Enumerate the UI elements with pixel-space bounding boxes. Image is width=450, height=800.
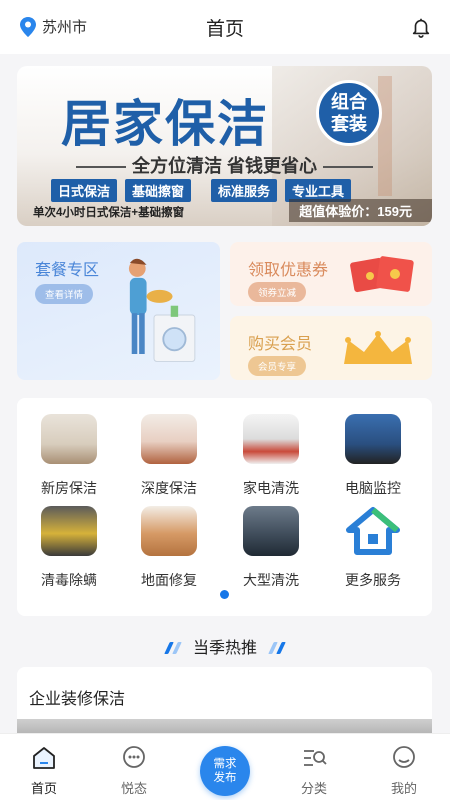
coupon-card[interactable]: 领取优惠券 领券立减 xyxy=(230,242,432,306)
membership-button[interactable]: 会员专享 xyxy=(248,356,307,376)
banner-line-right xyxy=(323,166,373,169)
tab-label: 我的 xyxy=(390,781,417,796)
coupon-title: 领取优惠券 xyxy=(248,262,329,279)
disinfect-icon xyxy=(41,506,97,556)
service-item[interactable]: 家电清洗 xyxy=(221,414,321,498)
service-label: 大型清洗 xyxy=(243,572,299,588)
more-services-icon xyxy=(345,506,401,556)
tab-label: 悦态 xyxy=(120,781,147,796)
service-label: 清毒除螨 xyxy=(41,572,97,588)
red-envelope-icon xyxy=(350,256,414,293)
banner-price: 超值体验价：159元 xyxy=(289,199,432,222)
package-card[interactable]: 套餐专区 查看详情 xyxy=(17,242,220,380)
tab-label: 分类 xyxy=(300,781,327,796)
house-logo-icon xyxy=(346,507,400,555)
tab-moments[interactable]: 悦态 xyxy=(104,744,164,797)
featured-title: 企业装修保洁 xyxy=(29,691,126,708)
appliance-icon xyxy=(243,414,299,464)
package-title: 套餐专区 xyxy=(35,262,100,279)
service-label: 地面修复 xyxy=(141,572,197,588)
category-search-icon xyxy=(304,750,327,766)
banner-tag: 基础擦窗 xyxy=(125,179,192,202)
service-label: 深度保洁 xyxy=(141,480,197,496)
new-house-icon xyxy=(41,414,97,464)
service-item[interactable]: 地面修复 xyxy=(119,506,219,590)
tab-mine[interactable]: 我的 xyxy=(374,744,434,797)
section-title: 当季热推 xyxy=(192,640,257,657)
coupon-claim-button[interactable]: 领券立减 xyxy=(248,282,307,302)
banner-subtitle: 全方位清洁 省钱更省心 xyxy=(37,152,412,178)
membership-card[interactable]: 购买会员 会员专享 xyxy=(230,316,432,380)
top-header: 苏州市 首页 xyxy=(0,0,450,54)
crown-icon xyxy=(344,331,412,364)
package-details-button[interactable]: 查看详情 xyxy=(35,284,94,304)
section-heading: 当季热推 xyxy=(0,634,450,658)
bell-icon[interactable] xyxy=(410,16,432,38)
service-item[interactable]: 清毒除螨 xyxy=(19,506,119,590)
services-grid: 新房保洁 深度保洁 家电清洗 电脑监控 清毒除螨 地面修复 大型清洗 更多服务 xyxy=(17,398,432,616)
publish-demand-button[interactable]: 需求 发布 xyxy=(200,746,250,796)
cleaner-illustration xyxy=(128,258,196,362)
service-item[interactable]: 大型清洗 xyxy=(221,506,321,590)
floor-icon xyxy=(141,506,197,556)
banner-note: 单次4小时日式保洁+基础擦窗 xyxy=(33,207,185,219)
service-label: 家电清洗 xyxy=(243,480,299,496)
page-title: 首页 xyxy=(205,19,244,40)
banner-decoration xyxy=(378,76,392,196)
tab-label: 首页 xyxy=(30,781,57,796)
service-item[interactable]: 电脑监控 xyxy=(323,414,423,498)
promo-banner[interactable]: 居家保洁 组合 套装 全方位清洁 省钱更省心 日式保洁 基础擦窗 标准服务 专业… xyxy=(17,66,432,226)
tab-home[interactable]: 首页 xyxy=(14,744,74,797)
service-label: 新房保洁 xyxy=(41,480,97,496)
banner-tag: 日式保洁 xyxy=(51,179,118,202)
tab-category[interactable]: 分类 xyxy=(284,744,344,797)
service-label: 更多服务 xyxy=(345,572,401,588)
banner-subtitle-text: 全方位清洁 省钱更省心 xyxy=(132,156,317,176)
chat-bubble-icon xyxy=(123,746,145,768)
service-item[interactable]: 新房保洁 xyxy=(19,414,119,498)
heading-decor-icon xyxy=(276,642,287,654)
banner-badge: 组合 套装 xyxy=(316,80,382,146)
membership-title: 购买会员 xyxy=(248,336,313,353)
heading-decor-icon xyxy=(171,642,182,654)
bottom-tab-bar: 首页 悦态 需求 发布 分类 我的 xyxy=(0,733,450,800)
pager-dot[interactable] xyxy=(220,590,229,599)
banner-line-left xyxy=(76,166,126,169)
service-item[interactable]: 更多服务 xyxy=(323,506,423,590)
deep-clean-icon xyxy=(141,414,197,464)
service-label: 电脑监控 xyxy=(345,480,401,496)
banner-title: 居家保洁 xyxy=(61,95,269,153)
smiley-profile-icon xyxy=(393,746,415,768)
banner-tag: 标准服务 xyxy=(211,179,278,202)
home-icon xyxy=(33,747,55,769)
computer-icon xyxy=(345,414,401,464)
large-clean-icon xyxy=(243,506,299,556)
service-item[interactable]: 深度保洁 xyxy=(119,414,219,498)
